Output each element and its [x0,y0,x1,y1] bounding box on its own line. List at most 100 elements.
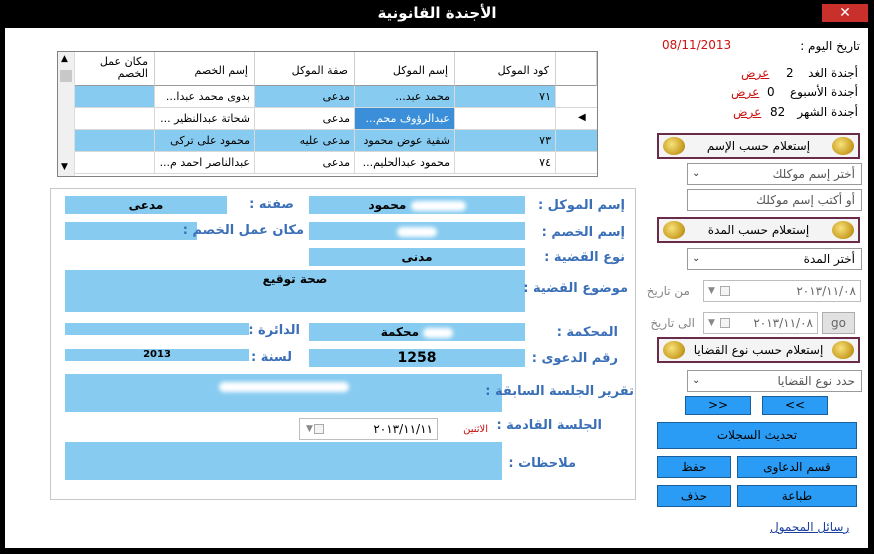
column-header-client-code[interactable]: كود الموكل [455,52,556,86]
previous-record-button[interactable]: << [762,396,828,415]
lawsuits-button[interactable]: قسم الدعاوى [737,456,857,478]
year-field[interactable]: 2013 [65,349,249,361]
save-button[interactable]: حفظ [657,456,731,478]
delete-button[interactable]: حذف [657,485,731,507]
coin-icon [663,341,685,359]
scroll-thumb[interactable] [60,70,72,82]
month-agenda-label: أجندة الشهر [797,105,858,119]
dropdown-arrow-icon[interactable]: ▼ [708,281,715,301]
to-date-picker[interactable]: ▼ ٢٠١٣/١١/٠٨ [703,312,818,334]
case-type-dropdown-placeholder: حدد نوع القضايا [777,374,855,388]
update-records-button[interactable]: تحديث السجلات [657,422,857,449]
print-button[interactable]: طباعة [737,485,857,507]
court-field[interactable]: محكمة [309,323,525,341]
row-header-current[interactable]: ◀ [556,108,597,130]
circuit-field[interactable] [65,323,249,335]
case-number-field[interactable]: 1258 [309,349,525,367]
client-name-dropdown-placeholder: أختر إسم موكلك [772,167,855,181]
from-date-checkbox[interactable] [720,286,730,296]
grid-vertical-scrollbar[interactable]: ▲ ▼ [58,52,75,176]
mobile-messages-link[interactable]: رسائل المحمول [770,520,849,534]
from-date-picker[interactable]: ▼ ٢٠١٣/١١/٠٨ [703,280,861,302]
previous-session-report-field[interactable] [65,374,502,412]
redacted-text [410,200,466,211]
case-type-label: نوع القضية : [544,250,625,265]
cell-client[interactable]: محمود عبدالحليم... [355,152,455,174]
cell-opponent-work[interactable] [75,86,155,108]
chevron-down-icon: ⌄ [692,375,701,386]
client-name-dropdown[interactable]: ⌄ أختر إسم موكلك [687,163,862,185]
query-by-period-label: إستعلام حسب المدة [707,223,810,237]
cell-role[interactable]: مدعى [255,108,355,130]
go-button[interactable]: go [822,312,855,334]
cell-code[interactable] [455,108,556,130]
period-dropdown[interactable]: ⌄ أختر المدة [687,248,862,270]
next-record-button[interactable]: >> [685,396,751,415]
scroll-up-icon[interactable]: ▲ [61,54,68,64]
row-header[interactable] [556,152,597,174]
to-date-checkbox[interactable] [720,318,730,328]
redacted-text [218,381,349,392]
query-by-period-header[interactable]: إستعلام حسب المدة [657,217,860,243]
cell-client-selected[interactable]: عبدالرؤوف محم... [355,108,455,130]
cell-opponent[interactable]: شحاتة عبدالنظير ... [155,108,255,130]
cell-code[interactable]: ٧٣ [455,130,556,152]
cell-client[interactable]: شفية عوض محمود [355,130,455,152]
column-header-client-name[interactable]: إسم الموكل [355,52,455,86]
dropdown-arrow-icon[interactable]: ▼ [708,313,715,333]
cell-opponent-work[interactable] [75,130,155,152]
column-header-opponent-name[interactable]: إسم الخصم [155,52,255,86]
cell-opponent[interactable]: عبدالناصر احمد م... [155,152,255,174]
chevron-down-icon: ⌄ [692,168,701,179]
next-session-day: الاثنين [463,424,488,435]
week-agenda-show-link[interactable]: عرض [731,85,759,99]
query-by-name-label: إستعلام حسب الإسم [706,139,811,153]
dropdown-arrow-icon[interactable]: ▼ [306,419,313,439]
close-button[interactable]: ✕ [822,4,868,22]
scroll-down-icon[interactable]: ▼ [61,162,68,172]
client-name-field[interactable]: محمود [309,196,525,214]
month-agenda-show-link[interactable]: عرض [733,105,761,119]
cell-client-text: محمد عبد... [395,90,450,103]
opponent-name-field[interactable] [309,222,525,240]
query-by-name-header[interactable]: إستعلام حسب الإسم [657,133,860,159]
cases-grid[interactable]: ▲ ▼ كود الموكل إسم الموكل صفة الموكل إسم… [57,51,598,177]
opponent-work-field[interactable] [65,222,197,240]
next-session-label: الجلسة القادمة : [496,418,602,433]
client-name-search-input[interactable]: أو أكتب إسم موكلك [687,189,862,211]
court-label: المحكمة : [556,325,618,340]
cell-role[interactable]: مدعى عليه [255,130,355,152]
cell-role[interactable]: مدعى [255,86,355,108]
year-label: لسنة : [250,350,292,365]
cell-role[interactable]: مدعى [255,152,355,174]
case-subject-value: صحة توقيع [262,272,328,286]
cell-client[interactable]: محمد عبد... [355,86,455,108]
calendar-icon[interactable] [314,424,324,434]
case-subject-field[interactable]: صحة توقيع [65,270,525,312]
cell-code[interactable]: ٧٤ [455,152,556,174]
opponent-name-label: إسم الخصم : [541,225,625,240]
current-row-icon: ◀ [578,112,586,123]
cell-opponent[interactable]: محمود على تركى [155,130,255,152]
period-dropdown-value: أختر المدة [803,252,855,266]
case-type-dropdown[interactable]: ⌄ حدد نوع القضايا [687,370,862,392]
row-header[interactable] [556,130,597,152]
cell-opponent-work[interactable] [75,108,155,130]
next-session-date-picker[interactable]: ▼ ٢٠١٣/١١/١١ [299,418,438,440]
column-header-client-role[interactable]: صفة الموكل [255,52,355,86]
row-header[interactable] [556,86,597,108]
week-agenda-label: أجندة الأسبوع [790,85,858,99]
case-type-field[interactable]: مدنى [309,248,525,266]
client-name-value: محمود [368,198,407,212]
cell-opponent-work[interactable] [75,152,155,174]
cell-opponent[interactable]: بدوى محمد عبدا... [155,86,255,108]
row-header-corner [556,52,597,86]
case-number-label: رقم الدعوى : [531,351,618,366]
notes-field[interactable] [65,442,502,480]
tomorrow-agenda-show-link[interactable]: عرض [741,66,769,80]
query-by-type-header[interactable]: إستعلام حسب نوع القضايا [657,337,860,363]
today-date: 08/11/2013 [662,38,732,52]
role-field[interactable]: مدعى [65,196,227,214]
column-header-opponent-work[interactable]: مكان عمل الخصم [75,52,155,86]
cell-code[interactable]: ٧١ [455,86,556,108]
